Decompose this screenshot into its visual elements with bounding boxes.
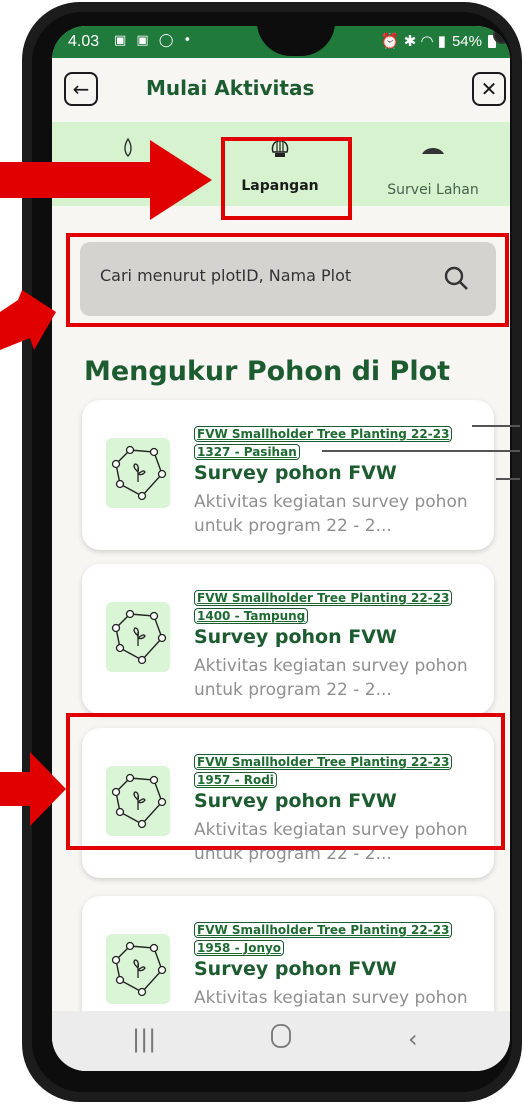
system-nav-bar: ||| ‹ (52, 1011, 510, 1071)
status-bar: 4.03 ▣ ▣ ◯ • ⏰ ✱ ◠ ▮ 54% (52, 26, 510, 58)
activity-description: Aktivitas kegiatan survey pohon untuk pr… (194, 656, 468, 700)
activity-name: Survey pohon FVW (194, 626, 397, 648)
program-tag: FVW Smallholder Tree Planting 22-23 (194, 754, 453, 770)
app-screen: 4.03 ▣ ▣ ◯ • ⏰ ✱ ◠ ▮ 54% ← Mulai Aktivit… (52, 26, 510, 1071)
activity-card[interactable]: FVW Smallholder Tree Planting 22-23 1957… (82, 728, 494, 878)
program-tag: FVW Smallholder Tree Planting 22-23 (194, 590, 453, 606)
plot-tag: 1327 - Pasihan (194, 444, 300, 460)
land-icon (356, 138, 510, 163)
search-bar (80, 242, 496, 316)
tab-label: Lapangan (241, 178, 319, 194)
activity-tabs: Coba Lapangan Survei Lahan (52, 122, 510, 206)
callout-line (322, 450, 520, 452)
status-icons: ⏰ ✱ ◠ ▮ (380, 33, 446, 50)
plot-polygon-icon (106, 602, 170, 672)
callout-line (472, 425, 520, 427)
section-title: Mengukur Pohon di Plot (84, 356, 451, 387)
tab-lapangan[interactable]: Lapangan (204, 122, 356, 206)
activity-description: Aktivitas kegiatan survey pohon untuk pr… (194, 820, 468, 864)
seedling-icon (52, 137, 204, 163)
activity-name: Survey pohon FVW (194, 790, 397, 812)
search-icon[interactable] (442, 264, 472, 294)
battery-percent: 54% (451, 32, 482, 50)
plot-polygon-icon (106, 934, 170, 1004)
tab-survei-lahan[interactable]: Survei Lahan (356, 122, 510, 206)
home-icon[interactable] (270, 1023, 292, 1055)
plot-tag: 1958 - Jonyo (194, 940, 285, 956)
arrow-left-icon: ← (72, 77, 90, 101)
tree-icon (204, 138, 356, 165)
plot-tag: 1400 - Tampung (194, 608, 309, 624)
tab-coba[interactable]: Coba (52, 122, 204, 206)
program-tag: FVW Smallholder Tree Planting 22-23 (194, 426, 453, 442)
activity-card[interactable]: FVW Smallholder Tree Planting 22-23 1400… (82, 564, 494, 714)
camera-icon (493, 26, 510, 44)
callout-line (496, 478, 520, 480)
back-button[interactable]: ← (64, 72, 98, 106)
back-nav-icon[interactable]: ‹ (408, 1025, 418, 1053)
tab-label: Coba (110, 182, 146, 198)
status-right: ⏰ ✱ ◠ ▮ 54% (381, 32, 496, 50)
close-button[interactable]: ✕ (472, 72, 506, 106)
page-title: Mulai Aktivitas (146, 76, 315, 100)
status-time: 4.03 (68, 33, 100, 50)
activity-card[interactable]: FVW Smallholder Tree Planting 22-23 1327… (82, 400, 494, 550)
close-icon: ✕ (480, 77, 498, 101)
activity-name: Survey pohon FVW (194, 462, 397, 484)
recent-apps-icon[interactable]: ||| (132, 1025, 156, 1053)
tab-label: Survei Lahan (387, 182, 479, 198)
activity-description: Aktivitas kegiatan survey pohon untuk pr… (194, 492, 468, 536)
search-input[interactable] (100, 266, 430, 285)
plot-polygon-icon (106, 438, 170, 508)
notification-icons: ▣ ▣ ◯ • (114, 33, 195, 48)
activity-name: Survey pohon FVW (194, 958, 397, 980)
program-tag: FVW Smallholder Tree Planting 22-23 (194, 922, 453, 938)
plot-polygon-icon (106, 766, 170, 836)
plot-tag: 1957 - Rodi (194, 772, 277, 788)
camera-notch (257, 26, 510, 56)
